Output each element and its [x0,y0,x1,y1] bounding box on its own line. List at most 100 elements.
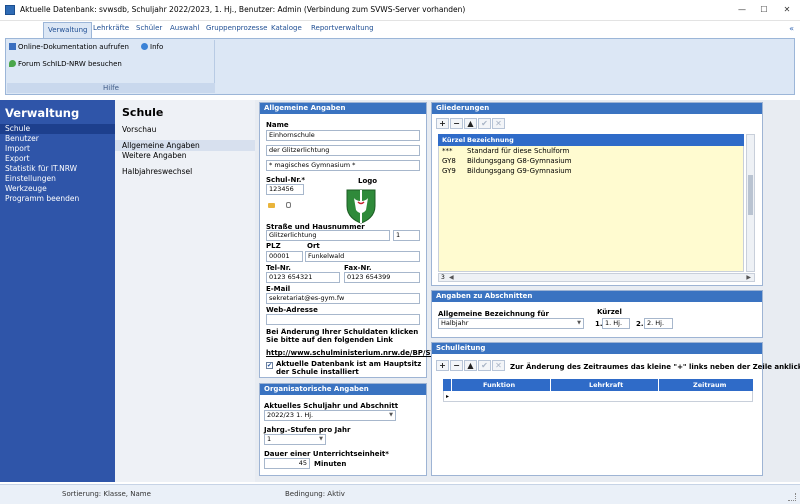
maximize-button[interactable]: ☐ [757,3,771,17]
chevron-down-icon: ▼ [319,436,323,442]
online-doc-button[interactable]: Online-Dokumentation aufrufen [9,43,129,51]
scrollbar-thumb[interactable] [748,175,753,215]
schulleitung-hint: Zur Änderung des Zeitraumes das kleine "… [510,363,800,371]
move-up-button[interactable]: ▲ [464,118,477,129]
col-funktion[interactable]: Funktion [483,379,515,391]
tab-schueler[interactable]: Schüler [136,24,162,32]
nav-title: Verwaltung [5,106,80,120]
schuljahr-select[interactable]: 2022/23 1. Hj. ▼ [264,410,396,421]
cancel-edit-button[interactable]: ✕ [492,118,505,129]
row-pointer-icon[interactable]: ▸ [446,393,449,400]
horizontal-scrollbar[interactable]: 3 ◀ ▶ [438,273,755,282]
tab-lehrkraefte[interactable]: Lehrkräfte [93,24,129,32]
tel-input[interactable]: 0123 654321 [266,272,340,283]
cancel-edit-button[interactable]: ✕ [492,360,505,371]
nav-item-import[interactable]: Import [0,144,115,154]
tab-kataloge[interactable]: Kataloge [271,24,302,32]
row-kuerzel: *** [442,147,453,155]
confirm-button[interactable]: ✔ [478,118,491,129]
subnav-title: Schule [122,106,164,119]
nav-item-export[interactable]: Export [0,154,115,164]
confirm-button[interactable]: ✔ [478,360,491,371]
minimize-button[interactable]: — [735,3,749,17]
online-doc-label: Online-Dokumentation aufrufen [18,43,129,51]
fax-input[interactable]: 0123 654399 [344,272,420,283]
hj2-input[interactable]: 2. Hj. [644,318,673,329]
tab-reportverwaltung[interactable]: Reportverwaltung [311,24,374,32]
info-icon [141,43,148,50]
add-row-button[interactable]: + [436,118,449,129]
book-icon [9,43,16,50]
chevron-down-icon: ▼ [389,412,393,418]
col-lehrkraft[interactable]: Lehrkraft [589,379,623,391]
col-kuerzel[interactable]: Kürzel [442,134,465,146]
plz-input[interactable]: 00001 [266,251,303,262]
col-bezeichnung[interactable]: Bezeichnung [467,134,514,146]
name-line1-input[interactable]: Einhornschule [266,130,420,141]
hj2-label: 2. [636,320,644,328]
hauptsitz-checkbox[interactable]: ✔ [266,362,273,369]
nav-item-werkzeuge[interactable]: Werkzeuge [0,184,115,194]
hausnr-input[interactable]: 1 [393,230,420,241]
column-divider [550,379,551,391]
row-kuerzel: GY9 [442,167,456,175]
info-button[interactable]: Info [141,43,163,51]
remove-row-button[interactable]: − [450,118,463,129]
folder-icon[interactable] [268,203,275,208]
tab-verwaltung[interactable]: Verwaltung [43,22,93,38]
move-up-button[interactable]: ▲ [464,360,477,371]
status-bedingung: Bedingung: Aktiv [285,490,345,498]
col-zeitraum[interactable]: Zeitraum [693,379,726,391]
paperclip-icon[interactable] [286,202,291,208]
nav-item-benutzer[interactable]: Benutzer [0,134,115,144]
column-divider [658,379,659,391]
hj1-input[interactable]: 1. Hj. [602,318,630,329]
bezeichnung-label: Allgemeine Bezeichnung für [438,310,549,318]
subnav-item-halbjahreswechsel[interactable]: Halbjahreswechsel [115,166,255,177]
nav-item-programm-beenden[interactable]: Programm beenden [0,194,115,204]
row-bezeichnung: Standard für diese Schulform [467,147,570,155]
strasse-input[interactable]: Glitzerlichtung [266,230,390,241]
web-label: Web-Adresse [266,306,318,314]
dauer-input[interactable]: 45 [264,458,310,469]
forum-button[interactable]: Forum SchILD-NRW besuchen [9,60,122,68]
table-row[interactable]: GY9 Bildungsgang G9-Gymnasium [438,166,744,175]
left-navigation: Verwaltung Schule Benutzer Import Export… [0,100,115,482]
nav-item-schule[interactable]: Schule [0,124,115,134]
scroll-right-icon[interactable]: ▶ [746,274,751,281]
resize-grip-icon[interactable] [788,493,796,501]
panel-allgemeine-angaben: Allgemeine Angaben Name Einhornschule de… [259,102,444,378]
schulnr-input[interactable]: 123456 [266,184,304,195]
name-line2-input[interactable]: der Glitzerlichtung [266,145,420,156]
bezeichnung-select[interactable]: Halbjahr ▼ [438,318,584,329]
nav-item-statistik[interactable]: Statistik für IT.NRW [0,164,115,174]
add-row-button[interactable]: + [436,360,449,371]
table-row[interactable]: *** Standard für diese Schulform [438,146,744,155]
stufen-select[interactable]: 1 ▼ [264,434,326,445]
page-indicator: 3 [441,274,445,281]
subnav-item-weitere-angaben[interactable]: Weitere Angaben [115,150,255,161]
scroll-left-icon[interactable]: ◀ [449,274,454,281]
forum-icon [9,60,16,67]
stufen-label: Jahrg.-Stufen pro Jahr [264,426,351,434]
schulministerium-link[interactable]: http://www.schulministerium.nrw.de/BP/SV… [266,349,444,357]
name-line3-input[interactable]: * magisches Gymnasium * [266,160,420,171]
tab-auswahl[interactable]: Auswahl [170,24,199,32]
nav-item-einstellungen[interactable]: Einstellungen [0,174,115,184]
school-logo-image[interactable] [345,188,377,224]
row-bezeichnung: Bildungsgang G9-Gymnasium [467,167,572,175]
email-input[interactable]: sekretariat@es-gym.fw [266,293,420,304]
close-button[interactable]: ✕ [780,3,794,17]
tab-gruppenprozesse[interactable]: Gruppenprozesse [206,24,267,32]
ribbon-group-hilfe: Online-Dokumentation aufrufen Info Forum… [7,40,215,93]
ribbon-collapse-icon[interactable]: « [789,24,794,33]
forum-label: Forum SchILD-NRW besuchen [18,60,122,68]
bezeichnung-value: Halbjahr [441,319,469,327]
subnav-item-vorschau[interactable]: Vorschau [115,124,255,135]
web-input[interactable] [266,314,420,325]
status-sortierung: Sortierung: Klasse, Name [62,490,151,498]
remove-row-button[interactable]: − [450,360,463,371]
table-row[interactable]: GY8 Bildungsgang G8-Gymnasium [438,156,744,165]
vertical-scrollbar[interactable] [746,134,755,272]
ort-input[interactable]: Funkelwald [305,251,420,262]
